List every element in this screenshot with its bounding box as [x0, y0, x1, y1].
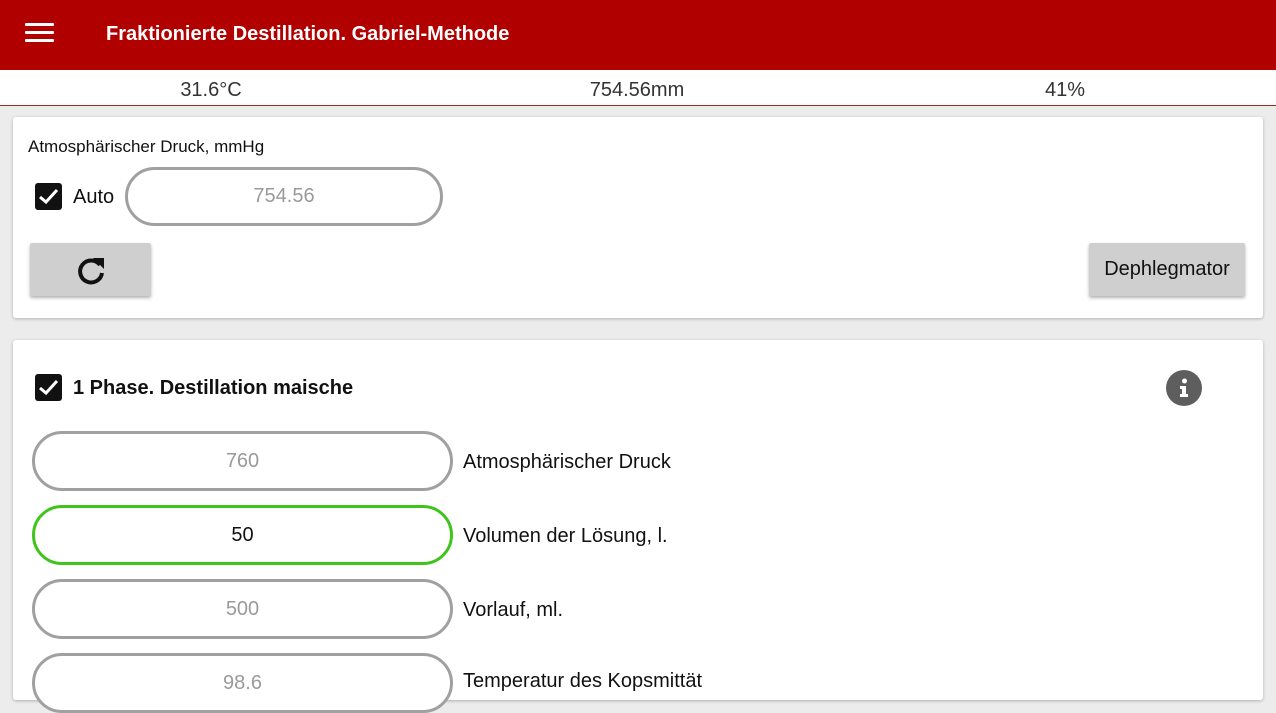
pressure-readout: 754.56mm [589, 79, 685, 101]
vorlauf-input[interactable]: 500 [32, 579, 453, 639]
phase1-atmospheric-pressure-label: Atmosphärischer Druck [463, 451, 671, 473]
checkmark-icon [39, 188, 59, 205]
pressure-card-label: Atmosphärischer Druck, mmHg [28, 137, 265, 156]
info-icon[interactable] [1166, 370, 1202, 406]
dephlegmator-button-label: Dephlegmator [1104, 258, 1230, 280]
phase1-atmospheric-pressure-input[interactable]: 760 [32, 431, 453, 491]
phase1-card: 1 Phase. Destillation maische 760 Atmosp… [13, 340, 1263, 713]
head-temperature-input[interactable]: 98.6 [32, 653, 453, 713]
phase1-checkbox[interactable] [35, 374, 62, 401]
page-title: Fraktionierte Destillation. Gabriel-Meth… [106, 23, 510, 45]
auto-label: Auto [73, 186, 115, 208]
solution-volume-label: Volumen der Lösung, l. [463, 525, 668, 547]
refresh-button[interactable] [30, 243, 151, 296]
info-glyph [1180, 378, 1188, 397]
refresh-icon [77, 257, 104, 284]
menu-icon[interactable] [25, 21, 55, 45]
sensor-status-bar: 31.6°C 754.56mm 41% [0, 70, 1276, 106]
atmospheric-pressure-value: 754.56 [253, 185, 315, 207]
checkmark-icon [39, 379, 59, 396]
vorlauf-label: Vorlauf, ml. [463, 599, 564, 621]
dephlegmator-button[interactable]: Dephlegmator [1089, 243, 1245, 296]
temperature-readout: 31.6°C [180, 79, 242, 101]
solution-volume-value: 50 [231, 523, 254, 546]
humidity-readout: 41% [1044, 79, 1086, 101]
head-temperature-label: Temperatur des Kopsmittät [463, 670, 702, 692]
head-temperature-value: 98.6 [223, 672, 262, 694]
vorlauf-value: 500 [225, 597, 260, 620]
pressure-card: Atmosphärischer Druck, mmHg Auto 754.56 … [13, 117, 1263, 318]
app-bar: Fraktionierte Destillation. Gabriel-Meth… [0, 0, 1276, 70]
auto-checkbox[interactable] [35, 183, 62, 210]
phase1-title: 1 Phase. Destillation maische [73, 377, 354, 399]
atmospheric-pressure-input[interactable]: 754.56 [125, 167, 443, 226]
phase1-atmospheric-pressure-value: 760 [225, 449, 260, 472]
solution-volume-input[interactable]: 50 [32, 505, 453, 565]
